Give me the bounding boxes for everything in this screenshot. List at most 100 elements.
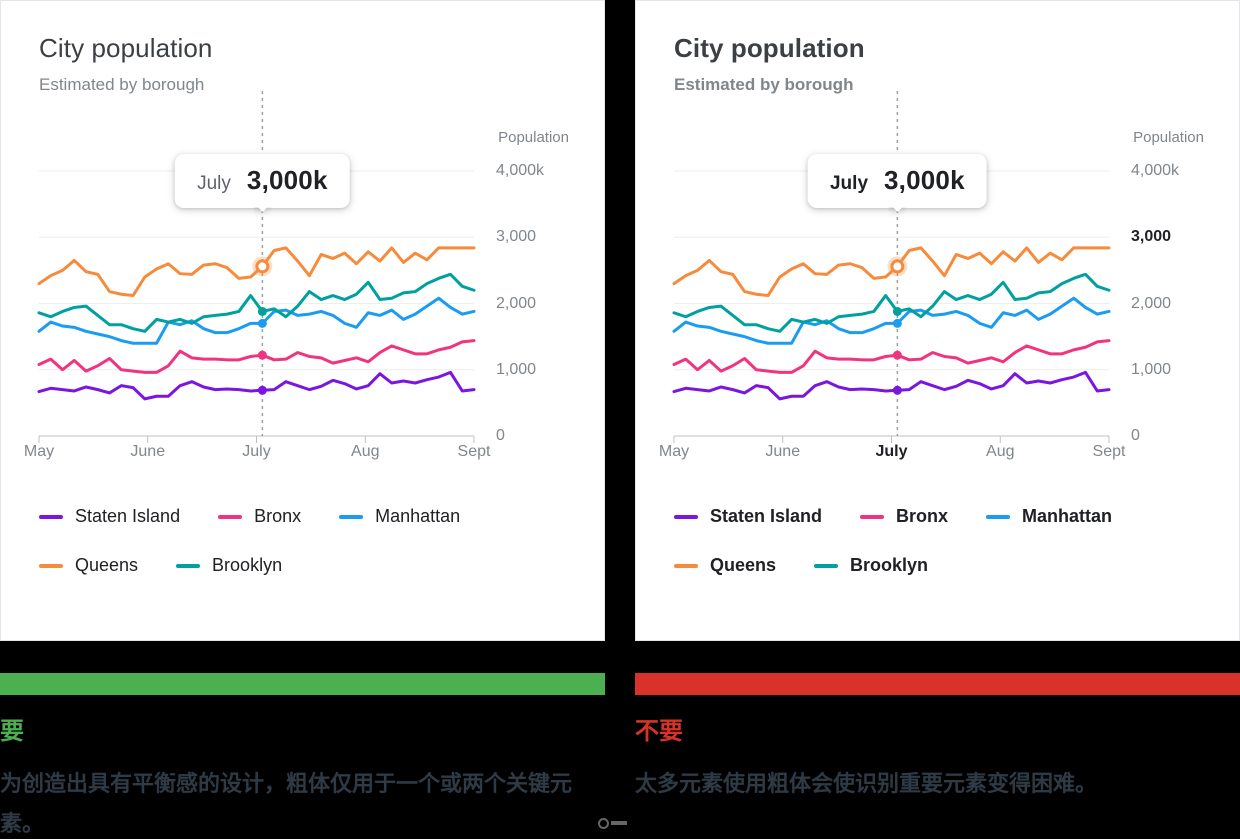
y-tick-label: 1,000 [1131,360,1172,378]
legend-item[interactable]: Manhattan [339,506,460,527]
tooltip-tail [888,207,906,217]
legend-label: Brooklyn [212,555,283,575]
y-tick-label: 2,000 [496,294,537,312]
chart-tooltip: July 3,000k [807,154,987,209]
y-tick-label: 2,000 [1131,294,1172,312]
series-marker[interactable] [257,385,267,395]
tooltip-tail [253,207,271,217]
legend-label: Brooklyn [850,555,929,575]
x-axis-labels: May June July Aug Sept [659,443,1126,477]
legend-swatch-icon [814,563,839,568]
verdict-bar [635,673,1240,695]
x-tick-label: June [765,443,801,460]
y-tick-label: 4,000k [1131,162,1180,179]
y-axis-caption: Population [1133,129,1204,146]
panel-dont: City population Estimated by borough Popul… [635,0,1240,839]
x-tick-label: Aug [351,443,380,460]
legend-label: Bronx [896,506,949,526]
x-tick-label: Sept [1092,443,1126,460]
legend-item[interactable]: Staten Island [674,506,822,527]
legend-swatch-icon [218,514,243,519]
legend-item[interactable]: Queens [674,555,776,576]
chart-legend: Staten Island Bronx Manhattan Queens Brookly… [39,506,569,576]
tooltip-month: July [829,173,869,195]
series-marker[interactable] [257,350,267,360]
x-tick-label: June [130,443,166,460]
highlight-marker[interactable] [892,261,903,272]
chart-title: City population [39,33,213,63]
comparison-stage: City population Estimated by borough Popul… [0,0,1240,839]
legend-label: Staten Island [710,506,823,526]
legend-swatch-icon [674,514,698,519]
verdict-label: 要 [0,718,24,745]
chart-card: City population Estimated by borough Popul… [0,0,605,641]
series-marker[interactable] [892,350,902,360]
y-tick-label: 3,000 [1131,228,1172,246]
series-marker[interactable] [892,385,902,395]
legend-label: Bronx [254,506,302,526]
legend-item[interactable]: Staten Island [39,506,180,527]
series-line [674,372,1109,399]
y-tick-label: 0 [1131,427,1140,444]
chart-tooltip: July 3,000k [175,154,350,209]
legend-label: Manhattan [1022,506,1113,526]
legend-swatch-icon [39,514,63,519]
x-tick-label: Sept [457,443,491,460]
series-marker[interactable] [257,306,267,316]
plot-area: Population 0 1,000 2,000 3,000 4,000k May June J… [659,121,1207,481]
legend-swatch-icon [986,514,1011,519]
legend-item[interactable]: Brooklyn [176,555,282,576]
y-tick-label: 4,000k [496,162,545,179]
legend-item[interactable]: Bronx [860,506,948,527]
series-marker[interactable] [892,306,902,316]
guidance-caption: 太多元素使用粗体会使识别重要元素变得困难。 [635,771,1098,796]
chart-subtitle: Estimated by borough [674,75,854,94]
legend-swatch-icon [674,563,698,568]
legend-item[interactable]: Brooklyn [814,555,928,576]
verdict-label: 不要 [635,718,683,745]
legend-item[interactable]: Queens [39,555,138,576]
tooltip-value: 3,000k [884,165,965,196]
x-tick-label: Aug [986,443,1015,460]
watermark-dot-icon [598,817,609,829]
series-line [39,372,474,399]
y-axis-labels: 0 1,000 2,000 3,000 4,000k [1117,162,1207,444]
legend-swatch-icon [176,563,201,568]
watermark-icon [598,814,644,832]
plot-area: Population 0 1,000 2,000 3,000 4,000k May June J… [24,121,572,481]
tooltip-month: July [197,173,231,195]
chart-title: City population [674,33,865,63]
legend-swatch-icon [339,514,364,519]
series-marker[interactable] [257,318,267,328]
chart-subtitle: Estimated by borough [39,75,205,94]
guidance-caption: 为创造出具有平衡感的设计，粗体仅用于一个或两个关键元素。 [0,771,573,836]
x-tick-label: May [23,443,55,460]
legend-swatch-icon [860,514,885,519]
x-tick-label: May [658,443,690,460]
legend-swatch-icon [39,563,63,568]
y-tick-label: 1,000 [496,360,537,378]
legend-label: Queens [710,555,777,575]
y-tick-label: 0 [496,427,505,444]
panel-do: City population Estimated by borough Popul… [0,0,605,839]
x-tick-label: July [242,443,271,460]
x-axis-labels: May June July Aug Sept [24,443,491,477]
y-axis-labels: 0 1,000 2,000 3,000 4,000k [482,162,572,444]
legend-label: Queens [75,555,139,575]
series-marker[interactable] [892,318,902,328]
legend-label: Staten Island [75,506,181,526]
highlight-marker[interactable] [257,261,268,272]
x-tick-label: July [875,443,908,460]
legend-item[interactable]: Manhattan [986,506,1112,527]
verdict-bar [0,673,605,695]
chart-card: City population Estimated by borough Popul… [635,0,1240,641]
y-tick-label: 3,000 [496,228,537,246]
tooltip-value: 3,000k [246,165,328,196]
legend-item[interactable]: Bronx [218,506,301,527]
legend-label: Manhattan [375,506,461,526]
chart-legend: Staten Island Bronx Manhattan Queens Brookly… [674,506,1204,576]
series-line [39,341,474,373]
series-line [674,341,1109,373]
watermark-tail-icon [611,821,627,825]
y-axis-caption: Population [498,129,569,146]
